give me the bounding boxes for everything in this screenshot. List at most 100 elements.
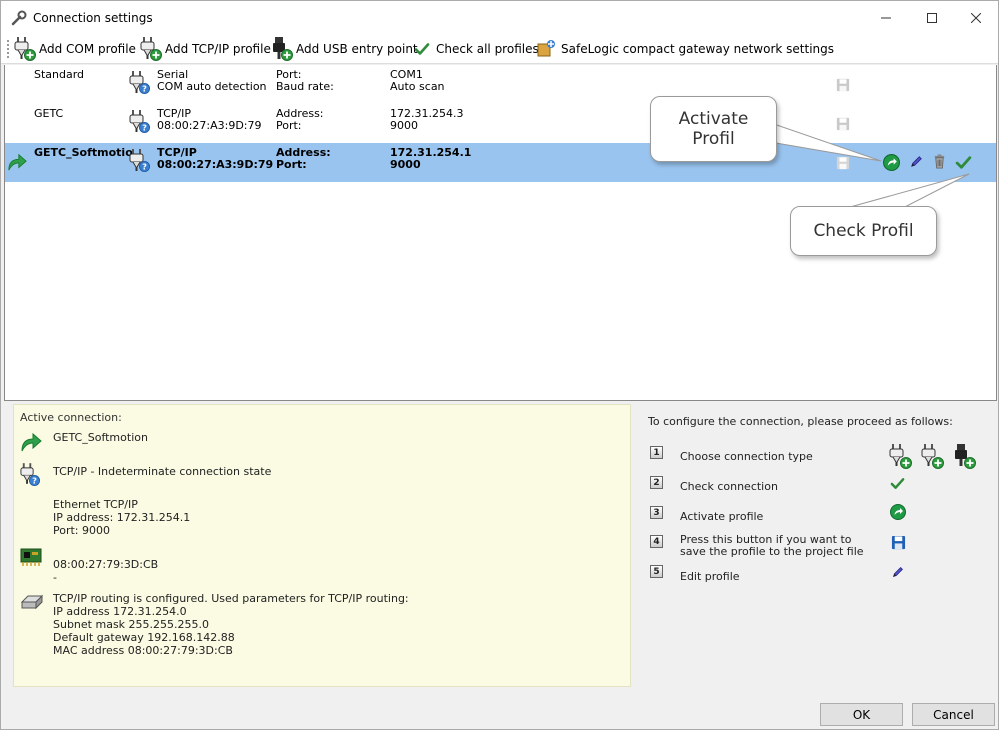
active-connection-arrow-icon [21,433,42,452]
routing-line-4: Default gateway 192.168.142.88 [53,631,235,644]
add-com-profile-button[interactable]: Add COM profile [14,37,136,61]
profile-type-line2: 08:00:27:A3:9D:79 [157,158,274,171]
profile-values: 172.31.254.1 9000 [390,147,471,171]
profile-name: GETC [34,107,64,120]
tcp-plug-icon [20,463,40,486]
active-connection-arrow-icon [8,154,27,171]
profile-label2: Port: [276,158,307,171]
add-usb-plug-icon [955,444,976,469]
callout-check-profil: Check Profil [790,206,937,256]
save-profile-icon[interactable] [836,117,850,131]
profile-label2: Port: [276,119,302,132]
add-com-profile-label: Add COM profile [39,42,136,56]
add-usb-entry-button[interactable]: Add USB entry point [271,37,418,61]
connection-state: TCP/IP - Indeterminate connection state [53,465,272,478]
connection-settings-window: Connection settings Add COM profile Add … [0,0,999,730]
add-usb-entry-label: Add USB entry point [296,42,418,56]
add-serial-plug-icon [14,37,36,61]
profile-value2: 9000 [390,119,418,132]
profile-labels: Address: Port: [276,108,324,132]
check-all-profiles-label: Check all profiles [436,42,539,56]
step-text-4: Press this button if you want to save th… [680,533,864,558]
minimize-button[interactable] [863,1,909,34]
profile-row-getc[interactable]: GETC TCP/IP 08:00:27:A3:9D:79 Address: Por… [5,104,996,143]
profile-values: 172.31.254.3 9000 [390,108,463,132]
routing-line-1: TCP/IP routing is configured. Used param… [53,592,409,605]
save-profile-icon [891,535,906,550]
edit-profile-icon [893,567,903,577]
profile-labels: Address: Port: [276,147,331,171]
step-text-5: Edit profile [680,570,740,583]
add-usb-plug-icon [273,37,293,61]
window-title: Connection settings [33,11,153,25]
save-profile-icon[interactable] [836,78,850,92]
active-connection-panel: Active connection: GETC_Softmotion TCP/I… [13,404,631,687]
profile-type-line2: COM auto detection [157,80,267,93]
step-number-2: 2 [650,476,663,489]
profile-label2: Baud rate: [276,80,334,93]
step-text-3: Activate profile [680,510,764,523]
add-tcp-plug-icon [921,444,944,469]
profile-type: TCP/IP 08:00:27:A3:9D:79 [157,147,273,171]
maximize-button[interactable] [909,1,955,34]
tcp-plug-icon [129,110,150,133]
router-icon [20,594,44,610]
step-number-5: 5 [650,565,663,578]
step-text-1: Choose connection type [680,450,813,463]
mac-sub: - [53,571,57,584]
safelogic-settings-button[interactable]: SafeLogic compact gateway network settin… [536,37,834,61]
check-all-profiles-button[interactable]: Check all profiles [413,37,539,61]
step-number-1: 1 [650,446,663,459]
profile-name: Standard [34,68,85,81]
title-bar: Connection settings [1,1,998,34]
check-icon [890,478,905,489]
edit-profile-icon[interactable] [909,154,925,170]
help-title: To configure the connection, please proc… [648,415,953,428]
step-number-4: 4 [650,535,663,548]
toolbar: Add COM profile Add TCP/IP profile Add U… [1,34,998,64]
check-icon [414,43,430,55]
profile-values: COM1 Auto scan [390,69,445,93]
profile-row-standard[interactable]: Standard Serial COM auto detection Port: B… [5,65,996,104]
add-tcp-profile-label: Add TCP/IP profile [165,42,271,56]
routing-line-2: IP address 172.31.254.0 [53,605,187,618]
active-connection-title: Active connection: [20,411,122,424]
detail-ip-address: IP address: 172.31.254.1 [53,511,191,524]
safelogic-settings-label: SafeLogic compact gateway network settin… [561,42,835,56]
profile-type-line2: 08:00:27:A3:9D:79 [157,119,262,132]
callout-activate-profil: Activate Profil [650,96,777,162]
network-settings-icon [537,40,555,57]
close-button[interactable] [953,1,999,34]
profile-type: TCP/IP 08:00:27:A3:9D:79 [157,108,262,132]
close-icon [971,12,981,23]
network-card-icon [20,548,42,566]
add-serial-plug-icon [889,444,912,469]
profile-value2: 9000 [390,158,421,171]
ok-button[interactable]: OK [820,703,903,726]
minimize-icon [881,17,891,18]
delete-profile-icon[interactable] [932,154,948,170]
profile-name: GETC_Softmotio [34,146,133,159]
step-text-2: Check connection [680,480,778,493]
activate-profile-icon[interactable] [883,154,901,172]
cancel-button[interactable]: Cancel [912,703,995,726]
connection-type-icons [889,444,977,470]
detail-port: Port: 9000 [53,524,111,537]
tcp-plug-icon [129,149,150,172]
activate-profile-icon [890,504,906,520]
save-profile-icon[interactable] [836,156,850,170]
help-panel: To configure the connection, please proc… [641,404,997,687]
add-tcp-profile-button[interactable]: Add TCP/IP profile [140,37,271,61]
routing-line-3: Subnet mask 255.255.255.0 [53,618,210,631]
step-number-3: 3 [650,506,663,519]
check-profile-icon[interactable] [955,154,973,172]
profile-row-getc-softmotion[interactable]: GETC_Softmotio TCP/IP 08:00:27:A3:9D:79 A… [5,143,996,182]
profile-value2: Auto scan [390,80,445,93]
profile-labels: Port: Baud rate: [276,69,334,93]
wrench-icon [11,10,27,26]
toolbar-grip[interactable] [7,40,10,58]
routing-line-5: MAC address 08:00:27:79:3D:CB [53,644,233,657]
active-profile-name: GETC_Softmotion [53,431,148,444]
maximize-icon [927,12,937,23]
profile-type: Serial COM auto detection [157,69,267,93]
